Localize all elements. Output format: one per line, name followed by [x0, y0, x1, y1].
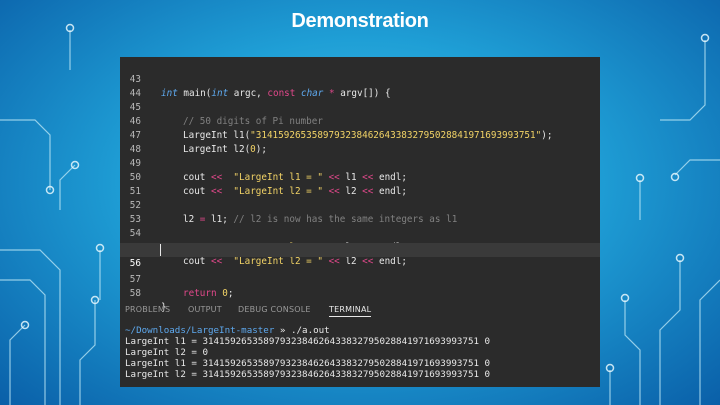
- vscode-screenshot: 43 int main(int argc, const char * argv[…: [120, 57, 600, 387]
- code-line-current: 56: [120, 243, 600, 269]
- code-line: 48: [120, 129, 600, 155]
- code-line: 52 l2 = l1; // l2 is now has the same in…: [120, 185, 600, 225]
- tab-terminal[interactable]: TERMINAL: [329, 305, 372, 317]
- code-line: 57 return 0;: [120, 259, 600, 299]
- terminal-output-line: LargeInt l1 = 31415926535897932384626433…: [125, 358, 491, 369]
- code-line: 44: [120, 73, 600, 99]
- code-line: 55 cout << "LargeInt l2 = " << l2 << end…: [120, 227, 600, 267]
- code-line: 43 int main(int argc, const char * argv[…: [120, 59, 600, 99]
- code-line: 58 }: [120, 273, 600, 313]
- code-line: 53: [120, 199, 600, 225]
- code-line: 50 cout << "LargeInt l2 = " << l2 << end…: [120, 157, 600, 197]
- tab-debug-console[interactable]: DEBUG CONSOLE: [238, 305, 311, 314]
- terminal-prompt: ~/Downloads/LargeInt-master » ./a.out: [125, 325, 330, 336]
- code-line: 47 LargeInt l2(0);: [120, 115, 600, 155]
- terminal-output-line: LargeInt l1 = 31415926535897932384626433…: [125, 336, 491, 347]
- code-line: 49 cout << "LargeInt l1 = " << l1 << end…: [120, 143, 600, 183]
- terminal-output-line: LargeInt l2 = 31415926535897932384626433…: [125, 369, 491, 380]
- code-line: 46 LargeInt l1("314159265358979323846264…: [120, 101, 600, 141]
- code-line: 51: [120, 171, 600, 197]
- code-line: 54 cout << "LargeInt l1 = " << l1 << end…: [120, 213, 600, 253]
- text-cursor: [160, 244, 161, 256]
- code-line: 45 // 50 digits of Pi number: [120, 87, 600, 127]
- slide-title: Demonstration: [291, 10, 429, 32]
- code-editor[interactable]: 43 int main(int argc, const char * argv[…: [120, 57, 600, 313]
- terminal[interactable]: ~/Downloads/LargeInt-master » ./a.out La…: [120, 324, 600, 387]
- terminal-output-line: LargeInt l2 = 0: [125, 347, 208, 358]
- panel-tabs: PROBLEMS OUTPUT DEBUG CONSOLE TERMINAL: [120, 297, 600, 319]
- tab-problems[interactable]: PROBLEMS: [125, 305, 170, 314]
- tab-output[interactable]: OUTPUT: [188, 305, 222, 314]
